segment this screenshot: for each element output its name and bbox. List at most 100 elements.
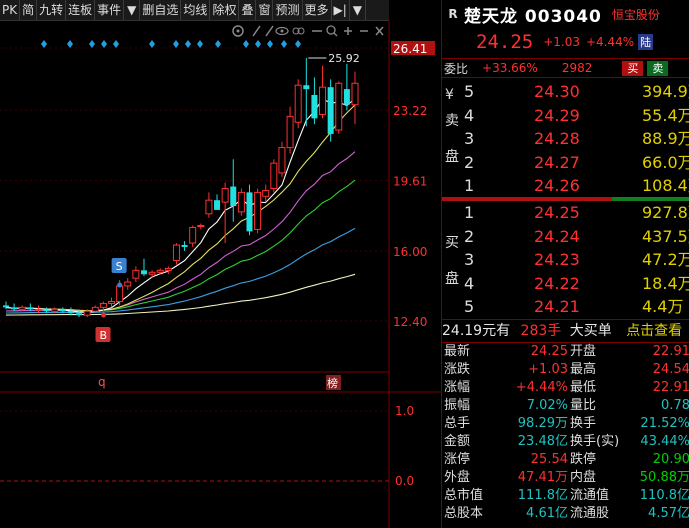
candle-body[interactable] bbox=[3, 305, 9, 308]
candle-body[interactable] bbox=[286, 115, 294, 149]
candle-body[interactable] bbox=[230, 186, 237, 207]
candle-body[interactable] bbox=[197, 225, 205, 228]
candle-body[interactable] bbox=[319, 86, 327, 115]
candle-body[interactable] bbox=[148, 271, 156, 275]
candle-body[interactable] bbox=[67, 311, 74, 314]
buy-volume: 47.2万 bbox=[642, 250, 689, 270]
stat-label: 涨跌 bbox=[444, 362, 471, 377]
sell-level-row[interactable]: 5 24.30 394.9万 bbox=[442, 80, 689, 103]
candle-body[interactable] bbox=[91, 306, 99, 312]
candle-body[interactable] bbox=[335, 82, 343, 131]
buy-level-row[interactable]: 4 24.22 18.4万 bbox=[442, 272, 689, 295]
sell-level-row[interactable]: 1 24.26 108.4万 bbox=[442, 174, 689, 197]
sell-level: 2 bbox=[464, 152, 475, 172]
ticker-action[interactable]: 点击查看 bbox=[626, 323, 682, 339]
related-stock-tag[interactable]: 恒宝股份 bbox=[612, 6, 660, 23]
sell-button[interactable]: 卖 bbox=[647, 60, 669, 76]
candle-body[interactable] bbox=[43, 309, 50, 312]
stat-value: 22.91 bbox=[652, 344, 689, 359]
sell-price: 24.26 bbox=[534, 176, 580, 196]
candle-body[interactable] bbox=[156, 269, 164, 273]
buy-level: 4 bbox=[464, 273, 475, 293]
sell-level: 4 bbox=[464, 105, 475, 125]
sell-price: 24.27 bbox=[534, 152, 580, 172]
signal-diamond bbox=[215, 40, 221, 48]
sell-price: 24.28 bbox=[534, 129, 580, 149]
candle-body[interactable] bbox=[214, 200, 221, 210]
stock-name: 楚天龙 003040 bbox=[464, 6, 602, 27]
q-marker[interactable]: q bbox=[98, 375, 106, 389]
candle-body[interactable] bbox=[262, 189, 270, 197]
buy-volume: 4.4万 bbox=[642, 297, 684, 317]
weibi-label: 委比 bbox=[444, 61, 469, 76]
candle-body[interactable] bbox=[59, 309, 66, 312]
sell-price: 24.29 bbox=[534, 105, 580, 125]
candle-body[interactable] bbox=[311, 94, 318, 119]
candle-body[interactable] bbox=[83, 310, 91, 316]
candle-body[interactable] bbox=[205, 199, 213, 215]
price-axis-label: 12.40 bbox=[393, 315, 427, 329]
candle-body[interactable] bbox=[278, 147, 286, 174]
candle-body[interactable] bbox=[351, 82, 359, 106]
buy-level-row[interactable]: 5 24.21 4.4万 bbox=[442, 295, 689, 318]
buy-level-row[interactable]: 3 24.23 47.2万 bbox=[442, 248, 689, 271]
sell-level: 5 bbox=[464, 82, 475, 101]
sell-level-row[interactable]: 4 24.29 55.4万 bbox=[442, 104, 689, 127]
stat-value: 24.54 bbox=[652, 362, 689, 377]
candle-body[interactable] bbox=[18, 306, 26, 310]
candle-body[interactable] bbox=[34, 308, 42, 311]
signal-diamond bbox=[41, 40, 47, 48]
kline-chart[interactable]: 25.92 26.41 23.22 19.61 16.00 12.40 1.0 0.0 S Bq 榜 bbox=[0, 0, 441, 528]
candle-body[interactable] bbox=[116, 285, 124, 303]
stat-value: 47.41万 bbox=[517, 470, 568, 485]
sell-level-row[interactable]: 2 24.27 66.0万 bbox=[442, 151, 689, 174]
sell-volume: 66.0万 bbox=[642, 152, 689, 172]
ticker-type: 大买单 bbox=[569, 323, 612, 339]
buy-level-row[interactable]: 1 24.25 927.8万 bbox=[442, 201, 689, 224]
candle-body[interactable] bbox=[108, 301, 116, 304]
candle-body[interactable] bbox=[343, 89, 350, 105]
candle-body[interactable] bbox=[303, 85, 310, 90]
stat-label: 总股本 bbox=[444, 506, 484, 521]
candle-body[interactable] bbox=[221, 187, 229, 203]
high-marker-label: 25.92 bbox=[328, 52, 360, 65]
candle-body[interactable] bbox=[189, 226, 197, 244]
signal-diamond bbox=[267, 40, 273, 48]
buy-level: 1 bbox=[464, 203, 475, 222]
stat-value: 111.8亿 bbox=[517, 488, 568, 503]
candle-body[interactable] bbox=[327, 87, 334, 134]
candle-body[interactable] bbox=[270, 162, 278, 189]
candle-body[interactable] bbox=[246, 192, 253, 232]
stat-label: 金额 bbox=[444, 434, 471, 449]
candle-body[interactable] bbox=[76, 313, 83, 316]
candle-body[interactable] bbox=[99, 302, 107, 308]
sell-level-row[interactable]: 3 24.28 88.9万 bbox=[442, 127, 689, 150]
candle-body[interactable] bbox=[11, 307, 18, 310]
candle-body[interactable] bbox=[27, 307, 34, 310]
buy-level-row[interactable]: 2 24.24 437.5万 bbox=[442, 225, 689, 248]
candle-body[interactable] bbox=[164, 267, 172, 271]
candle-body[interactable] bbox=[172, 244, 180, 262]
bang-marker-label: 榜 bbox=[327, 376, 338, 390]
stat-value: +4.44% bbox=[515, 380, 568, 395]
trade-ticker[interactable]: 24.19元有 283手 大买单 点击查看 bbox=[442, 319, 689, 343]
candle-body[interactable] bbox=[294, 84, 302, 123]
candle-body[interactable] bbox=[237, 191, 245, 213]
stat-value: 4.61亿 bbox=[526, 506, 568, 521]
stat-label: 涨停 bbox=[444, 452, 471, 467]
buy-button[interactable]: 买 bbox=[622, 60, 644, 76]
buy-level: 2 bbox=[464, 226, 475, 246]
candle-body[interactable] bbox=[51, 308, 59, 312]
stat-value: 43.44% bbox=[640, 434, 689, 449]
signal-diamond bbox=[173, 40, 179, 48]
candle-body[interactable] bbox=[132, 269, 140, 279]
b-marker-dot bbox=[101, 312, 107, 318]
stat-value: 4.57亿 bbox=[648, 506, 689, 521]
candle-body[interactable] bbox=[124, 281, 132, 287]
stat-label: 最高 bbox=[570, 362, 597, 377]
candle-body[interactable] bbox=[254, 191, 262, 230]
candle-body[interactable] bbox=[140, 270, 147, 275]
stat-value: 25.54 bbox=[530, 452, 568, 467]
candle-body[interactable] bbox=[181, 245, 188, 247]
stat-value: 110.8亿 bbox=[639, 488, 689, 503]
